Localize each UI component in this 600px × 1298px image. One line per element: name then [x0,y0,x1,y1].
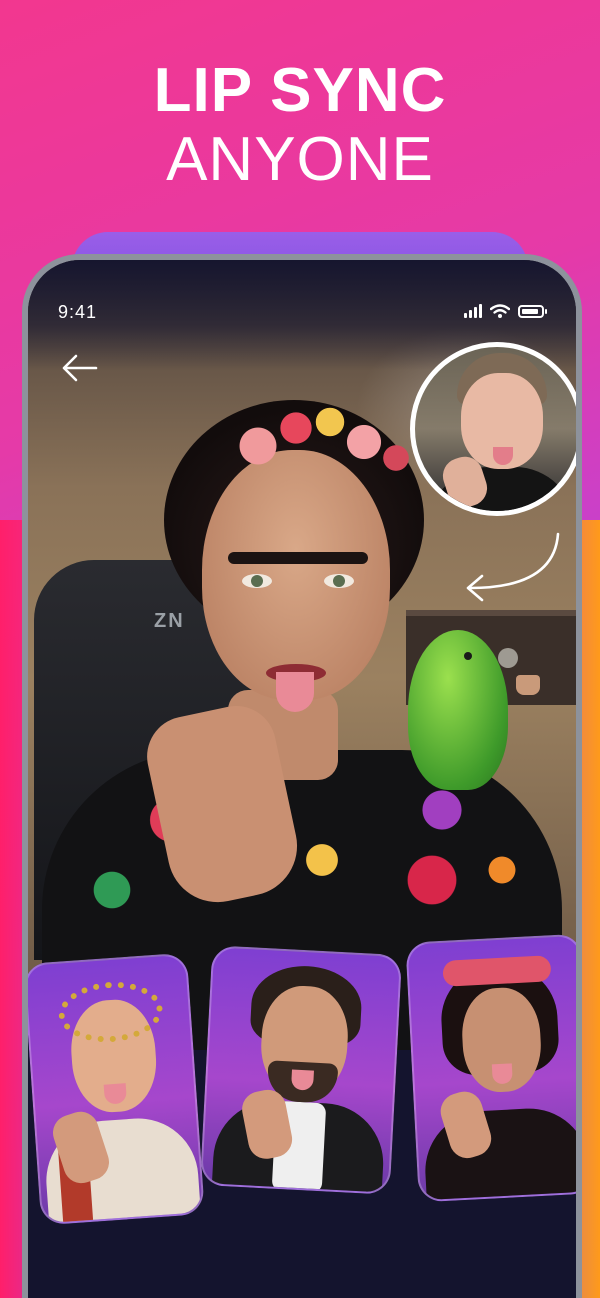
right-eye [324,574,354,588]
unibrow [228,552,368,564]
phone-screen: ZN 9:41 [28,260,576,1298]
status-icons [464,304,547,318]
green-parrot [408,630,518,790]
character-carousel [28,933,576,1250]
left-eye [242,574,272,588]
phone-frame: ZN 9:41 [22,254,582,1298]
battery-icon [518,305,547,318]
flower-crown [218,398,418,478]
source-face-thumbnail[interactable] [410,342,576,516]
wifi-icon [490,304,510,318]
chair-logo: ZN [154,610,185,632]
curved-arrow-icon [466,532,560,602]
back-arrow-icon[interactable] [56,348,104,388]
promo-headline: LIP SYNC ANYONE [0,58,600,196]
character-card-frida[interactable] [405,933,576,1203]
status-time: 9:41 [58,302,98,322]
headline-line-2: ANYONE [166,125,434,194]
tongue [276,672,314,712]
character-card-lincoln[interactable] [199,945,403,1195]
subject-face [202,450,390,700]
headline-line-1: LIP SYNC [153,56,447,125]
cellular-signal-icon [464,304,482,318]
character-card-caesar[interactable] [28,952,205,1226]
